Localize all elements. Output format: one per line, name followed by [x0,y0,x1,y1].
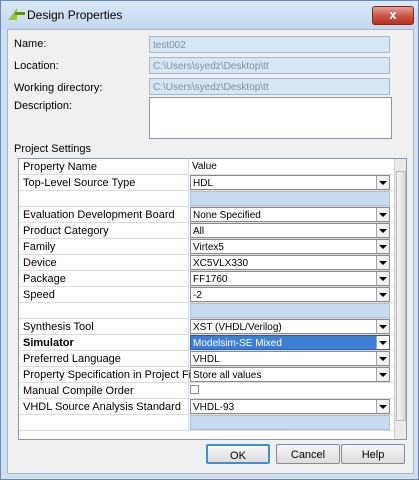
property-name: Simulator [23,337,74,349]
property-value-dropdown[interactable]: HDL [190,175,390,190]
property-value-dropdown[interactable]: XC5VLX330 [190,255,390,270]
manual-compile-order-checkbox[interactable] [190,385,199,394]
property-name: Property Specification in Project File [23,369,200,381]
property-value-dropdown[interactable]: Modelsim-SE Mixed [190,335,390,350]
cancel-button[interactable]: Cancel [276,444,340,464]
chevron-down-icon[interactable] [376,400,389,413]
property-name: Top-Level Source Type [23,177,136,189]
table-row[interactable] [19,191,406,207]
design-properties-window: Design Properties x Name: test002 Locati… [0,0,419,480]
empty-value-cell [190,415,390,430]
table-row[interactable] [19,303,406,319]
name-label: Name: [14,38,47,50]
property-value-dropdown[interactable]: Store all values [190,367,390,382]
description-label: Description: [14,100,73,112]
chevron-down-icon[interactable] [376,176,389,189]
property-value: VHDL-93 [193,402,235,413]
property-value-dropdown[interactable]: Virtex5 [190,239,390,254]
property-name: Device [23,257,57,269]
table-row[interactable]: Evaluation Development Board None Specifi… [19,207,406,223]
table-row[interactable]: Synthesis Tool XST (VHDL/Verilog) [19,319,406,335]
help-button[interactable]: Help [341,444,405,464]
empty-value-cell [190,303,390,318]
property-value-dropdown[interactable]: XST (VHDL/Verilog) [190,319,390,334]
property-value-dropdown[interactable]: VHDL [190,351,390,366]
table-row[interactable]: Speed -2 [19,287,406,303]
chevron-down-icon[interactable] [376,256,389,269]
property-name: Family [23,241,56,253]
ok-button[interactable]: OK [206,444,270,464]
table-row[interactable]: VHDL Source Analysis Standard VHDL-93 [19,399,406,415]
property-value-dropdown[interactable]: VHDL-93 [190,399,390,414]
property-name: Product Category [23,225,109,237]
property-value: Virtex5 [193,242,224,253]
property-value: XC5VLX330 [193,258,249,269]
name-field[interactable]: test002 [149,36,390,53]
property-value: None Specified [193,210,261,221]
property-value: FF1760 [193,274,228,285]
property-value: VHDL [193,354,220,365]
title-bar: Design Properties x [1,1,418,29]
project-settings-table: Property Name Value Top-Level Source Typ… [18,158,407,440]
project-settings-label: Project Settings [14,143,92,155]
vertical-scrollbar[interactable] [394,159,406,439]
chevron-down-icon[interactable] [376,336,389,349]
property-name: Speed [23,289,55,301]
property-name: Manual Compile Order [23,385,134,397]
property-name: Package [23,273,66,285]
property-value: Store all values [193,370,262,381]
location-label: Location: [14,60,59,72]
close-button[interactable]: x [372,6,414,25]
property-name-header: Property Name [23,161,97,173]
working-directory-label: Working directory: [14,82,103,94]
chevron-down-icon[interactable] [376,240,389,253]
working-directory-field[interactable]: C:\Users\syedz\Desktop\tt [149,78,390,95]
property-name: Preferred Language [23,353,121,365]
property-name: VHDL Source Analysis Standard [23,401,181,413]
table-row[interactable]: Property Specification in Project File St… [19,367,406,383]
chevron-down-icon[interactable] [376,272,389,285]
table-row[interactable]: Manual Compile Order [19,383,406,399]
table-row[interactable]: Preferred Language VHDL [19,351,406,367]
table-row[interactable] [19,415,406,431]
table-row[interactable]: Top-Level Source Type HDL [19,175,406,191]
table-row[interactable]: Product Category All [19,223,406,239]
chevron-down-icon[interactable] [376,224,389,237]
property-value-dropdown[interactable]: -2 [190,287,390,302]
scrollbar-thumb[interactable] [396,171,406,421]
table-header: Property Name Value [19,159,406,175]
table-row[interactable]: Simulator Modelsim-SE Mixed [19,335,406,351]
property-value-dropdown[interactable]: None Specified [190,207,390,222]
property-value-dropdown[interactable]: All [190,223,390,238]
property-name: Evaluation Development Board [23,209,175,221]
chevron-down-icon[interactable] [376,352,389,365]
location-field[interactable]: C:\Users\syedz\Desktop\tt [149,57,390,74]
property-value-dropdown[interactable]: FF1760 [190,271,390,286]
property-name: Synthesis Tool [23,321,94,333]
property-value: All [193,226,205,237]
dialog-body: Name: test002 Location: C:\Users\syedz\D… [7,29,414,474]
table-row[interactable]: Package FF1760 [19,271,406,287]
property-value: -2 [193,290,202,301]
chevron-down-icon[interactable] [376,320,389,333]
chevron-down-icon[interactable] [376,208,389,221]
value-header: Value [192,161,217,172]
property-value: Modelsim-SE Mixed [193,338,282,349]
description-textarea[interactable] [149,97,392,139]
table-row[interactable]: Device XC5VLX330 [19,255,406,271]
empty-value-cell [190,191,390,206]
property-value: XST (VHDL/Verilog) [193,322,282,333]
app-logo-icon [8,8,25,20]
chevron-down-icon[interactable] [376,368,389,381]
window-title: Design Properties [27,8,123,22]
property-value: HDL [193,178,214,189]
table-row[interactable]: Family Virtex5 [19,239,406,255]
chevron-down-icon[interactable] [376,288,389,301]
